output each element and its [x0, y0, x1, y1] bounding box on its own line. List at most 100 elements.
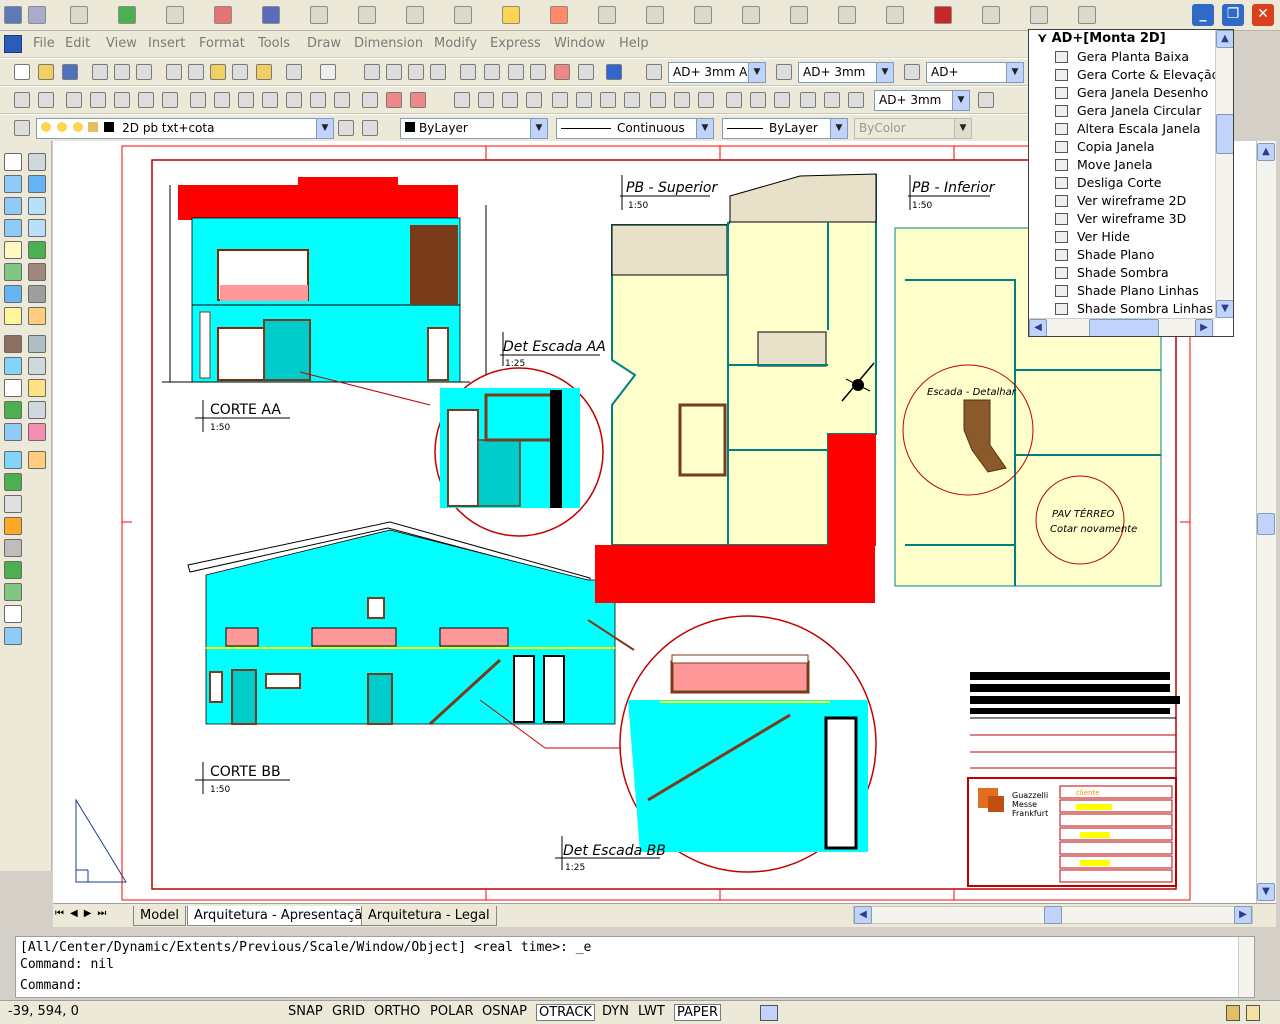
- popup-item[interactable]: Shade Plano: [1029, 246, 1217, 264]
- dimtedit-icon[interactable]: [824, 92, 840, 108]
- tab-arquitetura-legal[interactable]: Arquitetura - Legal: [361, 906, 497, 926]
- xline-icon[interactable]: [90, 92, 106, 108]
- otrack-toggle[interactable]: OTRACK: [536, 1004, 595, 1021]
- furniture-icon[interactable]: [4, 495, 22, 513]
- scroll-left-icon[interactable]: ◀: [1029, 319, 1047, 336]
- sheet-set-icon[interactable]: [530, 64, 546, 80]
- sphere-icon[interactable]: [4, 175, 22, 193]
- circle-icon[interactable]: [190, 92, 206, 108]
- coordinates-display[interactable]: -39, 594, 0: [6, 1004, 81, 1019]
- trim-tool-icon[interactable]: [742, 6, 760, 24]
- zoom-window-icon[interactable]: [408, 64, 424, 80]
- beam-icon[interactable]: [28, 451, 46, 469]
- comm-center-icon[interactable]: [1246, 1005, 1260, 1021]
- print-icon[interactable]: [92, 64, 108, 80]
- properties-icon[interactable]: [460, 64, 476, 80]
- ortho-toggle[interactable]: ORTHO: [372, 1004, 422, 1019]
- tree-icon[interactable]: [4, 517, 22, 535]
- dimension-tool-icon[interactable]: [166, 6, 184, 24]
- make-current-icon[interactable]: [338, 120, 354, 136]
- box-icon[interactable]: [28, 153, 46, 171]
- column-icon[interactable]: [4, 451, 22, 469]
- menu-file[interactable]: File: [33, 36, 55, 51]
- intersect-icon[interactable]: [138, 92, 154, 108]
- extrude-icon[interactable]: [28, 219, 46, 237]
- scroll-thumb[interactable]: [1257, 513, 1275, 535]
- tab-nav-arrows[interactable]: ⏮◀▶⏭: [55, 908, 112, 919]
- revolve-icon[interactable]: [4, 241, 22, 259]
- scroll-up-icon[interactable]: ▲: [1257, 143, 1275, 161]
- help-icon[interactable]: [606, 64, 622, 80]
- text-style-select[interactable]: AD+ 3mm A ▼: [668, 62, 766, 83]
- workspace-icon[interactable]: [28, 6, 46, 24]
- linear-dim-icon[interactable]: [454, 92, 470, 108]
- menu-help[interactable]: Help: [619, 36, 649, 51]
- stair-obj-icon[interactable]: [28, 401, 46, 419]
- plot-tool-icon[interactable]: [694, 6, 712, 24]
- menu-tools[interactable]: Tools: [258, 36, 290, 51]
- wall-tool-icon[interactable]: [214, 6, 232, 24]
- popup-item[interactable]: Gera Janela Circular: [1029, 102, 1217, 120]
- continue-dim-icon[interactable]: [698, 92, 714, 108]
- person-icon[interactable]: [4, 561, 22, 579]
- layer-manager-icon[interactable]: [14, 120, 30, 136]
- network-tool-icon[interactable]: [646, 6, 664, 24]
- dim-style-select-2[interactable]: AD+ 3mm ▼: [874, 90, 970, 111]
- nearest-icon[interactable]: [362, 92, 378, 108]
- menu-window[interactable]: Window: [554, 36, 605, 51]
- brush-icon[interactable]: [256, 64, 272, 80]
- popup-hscrollbar[interactable]: ◀ ▶: [1029, 318, 1215, 336]
- scroll-left-icon[interactable]: ◀: [854, 906, 872, 924]
- leader-icon[interactable]: [726, 92, 742, 108]
- search-tool-icon[interactable]: [502, 6, 520, 24]
- scroll-right-icon[interactable]: ▶: [1234, 906, 1252, 924]
- snap-quadrant-icon[interactable]: [238, 92, 254, 108]
- scene-icon[interactable]: [4, 307, 22, 325]
- popup-vscrollbar[interactable]: ▲ ▼: [1215, 30, 1233, 318]
- zoom-previous-icon[interactable]: [430, 64, 446, 80]
- popup-item[interactable]: Ver wireframe 2D: [1029, 192, 1217, 210]
- polyline-icon[interactable]: [38, 92, 54, 108]
- close-button[interactable]: ✕: [1252, 4, 1274, 26]
- table-style-select[interactable]: AD+ ▼: [926, 62, 1024, 83]
- window-obj-icon[interactable]: [4, 401, 22, 419]
- markup-icon[interactable]: [554, 64, 570, 80]
- door-icon[interactable]: [28, 379, 46, 397]
- plotstyle-select[interactable]: ByColor ▼: [854, 118, 972, 139]
- popup-item[interactable]: Gera Corte & Elevação: [1029, 66, 1219, 84]
- line-icon[interactable]: [14, 92, 30, 108]
- popup-hscroll-thumb[interactable]: [1089, 319, 1159, 336]
- baseline-dim-icon[interactable]: [674, 92, 690, 108]
- publish-icon[interactable]: [136, 64, 152, 80]
- grid-tool-icon[interactable]: [838, 6, 856, 24]
- text-tool-icon[interactable]: [1030, 6, 1048, 24]
- command-scrollbar[interactable]: [1238, 937, 1254, 997]
- ray-icon[interactable]: [66, 92, 82, 108]
- scroll-down-icon[interactable]: ▼: [1216, 300, 1233, 318]
- number-tool-icon[interactable]: [982, 6, 1000, 24]
- paper-toggle[interactable]: PAPER: [674, 1004, 721, 1021]
- slab-icon[interactable]: [28, 423, 46, 441]
- hscroll-thumb[interactable]: [1044, 906, 1062, 924]
- cylinder-icon[interactable]: [28, 175, 46, 193]
- tab-arquitetura-apresentacao[interactable]: Arquitetura - Apresentação: [187, 906, 378, 926]
- subtract-icon[interactable]: [28, 263, 46, 281]
- popup-item[interactable]: Copia Janela: [1029, 138, 1217, 156]
- arc-length-icon[interactable]: [502, 92, 518, 108]
- lwt-toggle[interactable]: LWT: [636, 1004, 667, 1019]
- popup-item[interactable]: Shade Plano Linhas: [1029, 282, 1217, 300]
- save-icon[interactable]: [62, 64, 78, 80]
- paint-tool-icon[interactable]: [550, 6, 568, 24]
- print-preview-icon[interactable]: [114, 64, 130, 80]
- osnap-toggle[interactable]: OSNAP: [480, 1004, 529, 1019]
- snap-center-icon[interactable]: [214, 92, 230, 108]
- railing-icon[interactable]: [4, 473, 22, 491]
- quick-dim-icon[interactable]: [650, 92, 666, 108]
- redo-icon[interactable]: [320, 64, 336, 80]
- node-icon[interactable]: [334, 92, 350, 108]
- lineweight-select[interactable]: ByLayer ▼: [722, 118, 848, 139]
- aligned-dim-icon[interactable]: [478, 92, 494, 108]
- tool-palettes-icon[interactable]: [508, 64, 524, 80]
- undo-icon[interactable]: [286, 64, 302, 80]
- cross-icon[interactable]: [114, 92, 130, 108]
